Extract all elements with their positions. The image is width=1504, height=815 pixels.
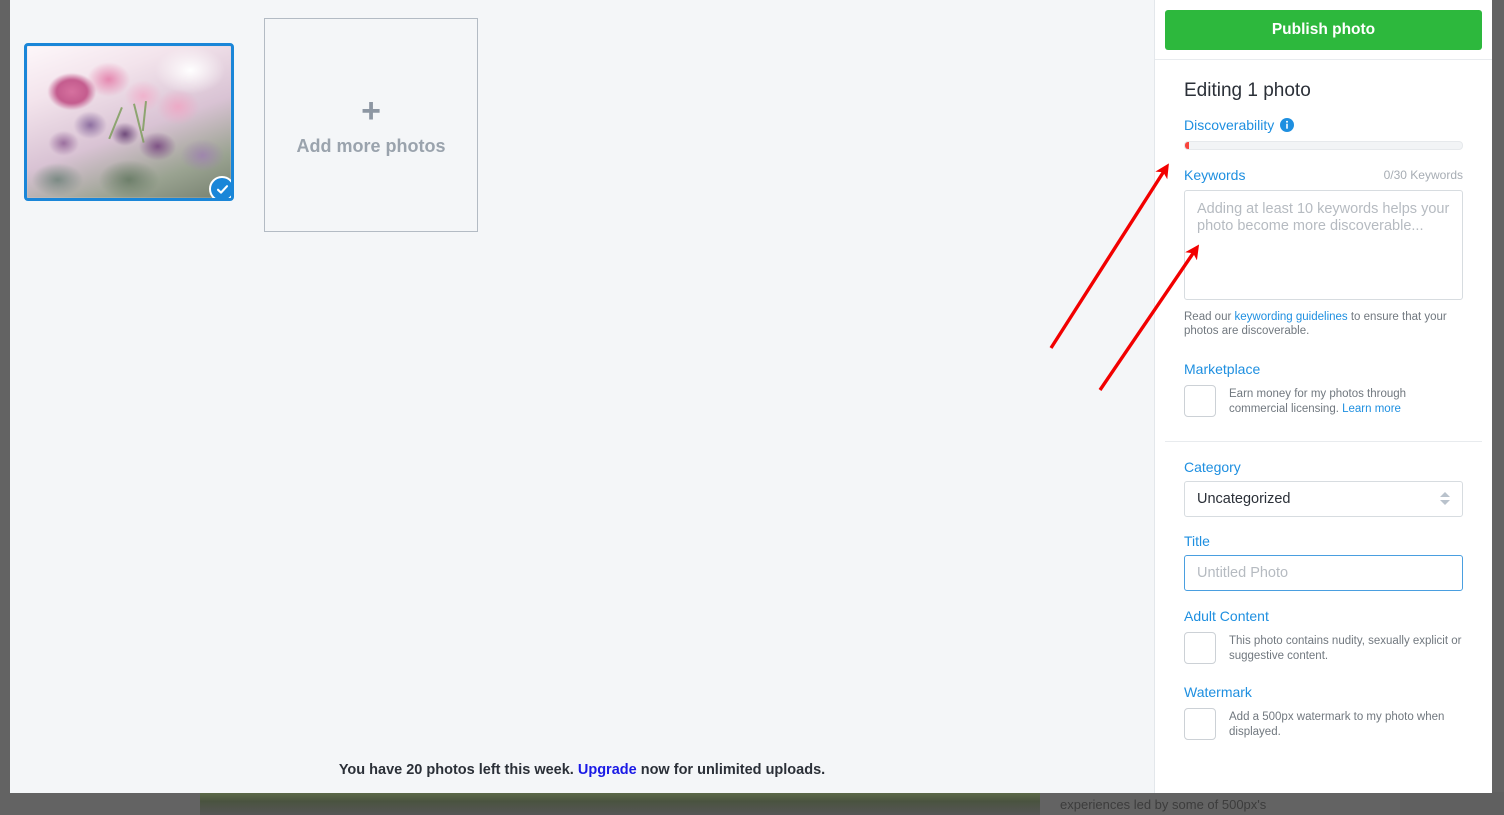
stepper-updown-icon (1440, 492, 1450, 506)
quota-prefix: You have 20 photos left this week. (338, 762, 578, 778)
keywording-guidelines-link[interactable]: keywording guidelines (1235, 311, 1348, 323)
add-more-photos-label: Add more photos (296, 135, 446, 156)
photo-thumbnail[interactable] (24, 43, 234, 201)
watermark-label: Watermark (1184, 683, 1252, 700)
photo-settings-sidebar: Publish photo Editing 1 photo Discoverab… (1154, 0, 1492, 793)
sidebar-content: Editing 1 photo Discoverability Keywords (1155, 80, 1492, 740)
info-icon[interactable] (1280, 118, 1295, 132)
watermark-checkbox-row: Add a 500px watermark to my photo when d… (1184, 707, 1463, 740)
watermark-text: Add a 500px watermark to my photo when d… (1229, 710, 1445, 738)
keywords-help-text: Read our keywording guidelines to ensure… (1184, 310, 1463, 339)
marketplace-checkbox[interactable] (1184, 384, 1216, 417)
section-divider (1165, 440, 1482, 442)
category-select[interactable]: Uncategorized (1184, 480, 1463, 517)
discoverability-label-row: Discoverability (1184, 117, 1482, 133)
publish-photo-button[interactable]: Publish photo (1165, 10, 1482, 50)
marketplace-label: Marketplace (1184, 360, 1261, 377)
keywords-help-prefix: Read our (1184, 311, 1235, 323)
publish-button-container: Publish photo (1155, 0, 1492, 60)
marketplace-learn-more-link[interactable]: Learn more (1342, 403, 1401, 415)
marketplace-text: Earn money for my photos through commerc… (1229, 385, 1463, 417)
discoverability-label: Discoverability (1184, 117, 1275, 133)
discoverability-progress-fill (1185, 142, 1189, 149)
background-right-block (1400, 792, 1504, 815)
photo-editing-area: + Add more photos You have 20 photos lef… (10, 0, 1154, 793)
adult-content-checkbox-row: This photo contains nudity, sexually exp… (1184, 631, 1463, 664)
background-peek-text: experiences led by some of 500px's (1060, 797, 1267, 812)
category-label: Category (1184, 458, 1241, 475)
keywords-input[interactable] (1184, 190, 1463, 300)
adult-content-text: This photo contains nudity, sexually exp… (1229, 634, 1462, 662)
watermark-checkbox[interactable] (1184, 707, 1216, 740)
marketplace-checkbox-row: Earn money for my photos through commerc… (1184, 384, 1463, 417)
keywords-label: Keywords (1184, 167, 1246, 183)
keywords-count: 0/30 Keywords (1383, 168, 1463, 182)
adult-content-label: Adult Content (1184, 607, 1269, 624)
photo-thumbnail-image (27, 46, 231, 198)
plus-icon: + (361, 91, 381, 130)
upload-editor-modal: + Add more photos You have 20 photos lef… (10, 0, 1492, 793)
editing-title: Editing 1 photo (1184, 80, 1311, 101)
upgrade-link[interactable]: Upgrade (578, 762, 637, 778)
keywords-label-row: Keywords 0/30 Keywords (1184, 167, 1463, 183)
title-input[interactable] (1184, 554, 1463, 591)
category-selected-value: Uncategorized (1197, 490, 1291, 507)
background-hero-image (200, 792, 1040, 815)
adult-content-checkbox[interactable] (1184, 631, 1216, 664)
add-more-photos-button[interactable]: + Add more photos (264, 18, 478, 232)
discoverability-progress-bar (1184, 141, 1463, 150)
photo-selected-check-icon (209, 176, 231, 198)
upload-quota-message: You have 20 photos left this week. Upgra… (10, 762, 1154, 778)
quota-suffix: now for unlimited uploads. (636, 762, 826, 778)
title-label: Title (1184, 532, 1210, 549)
